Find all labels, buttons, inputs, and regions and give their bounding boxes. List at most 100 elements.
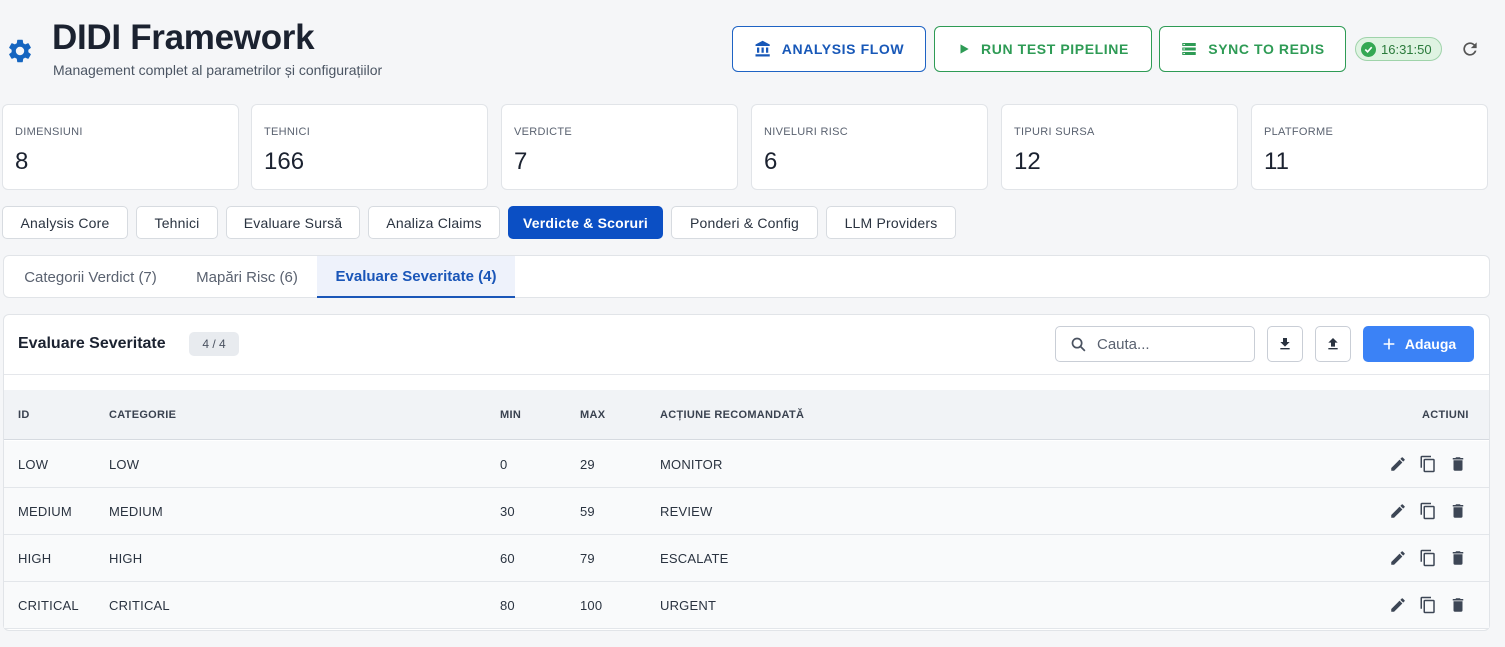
copy-icon[interactable] bbox=[1419, 455, 1437, 473]
status-badge: 16:31:50 bbox=[1355, 37, 1442, 61]
cell-max: 29 bbox=[580, 457, 595, 472]
stat-value: 8 bbox=[15, 148, 29, 175]
add-button-label: Adauga bbox=[1404, 336, 1457, 352]
table-row: HIGH HIGH 60 79 ESCALATE bbox=[4, 535, 1489, 582]
column-header-min[interactable]: MIN bbox=[500, 409, 521, 421]
cell-categorie: HIGH bbox=[109, 551, 143, 566]
cell-actiune: REVIEW bbox=[660, 504, 713, 519]
edit-icon[interactable] bbox=[1389, 502, 1407, 520]
stat-card-tehnici: TEHNICI 166 bbox=[251, 104, 488, 190]
cell-id: LOW bbox=[18, 457, 49, 472]
subtab-categorii-verdict[interactable]: Categorii Verdict (7) bbox=[4, 256, 177, 298]
stat-value: 166 bbox=[264, 148, 305, 175]
list-icon bbox=[1182, 43, 1197, 55]
table-row: CRITICAL CRITICAL 80 100 URGENT bbox=[4, 582, 1489, 629]
play-icon bbox=[960, 44, 969, 54]
tab-evaluare-sursa[interactable]: Evaluare Sursă bbox=[226, 206, 360, 239]
stat-value: 12 bbox=[1014, 148, 1041, 175]
cell-actiune: ESCALATE bbox=[660, 551, 729, 566]
stat-card-dimensiuni: DIMENSIUNI 8 bbox=[2, 104, 239, 190]
copy-icon[interactable] bbox=[1419, 549, 1437, 567]
stat-card-platforme: PLATFORME 11 bbox=[1251, 104, 1488, 190]
cell-max: 100 bbox=[580, 598, 603, 613]
edit-icon[interactable] bbox=[1389, 455, 1407, 473]
page-title: DIDI Framework bbox=[52, 18, 315, 57]
edit-icon[interactable] bbox=[1389, 549, 1407, 567]
stat-label: TIPURI SURSA bbox=[1014, 126, 1095, 138]
stat-value: 6 bbox=[764, 148, 778, 175]
column-header-id[interactable]: ID bbox=[18, 409, 30, 421]
cell-min: 60 bbox=[500, 551, 515, 566]
delete-icon[interactable] bbox=[1449, 549, 1467, 567]
cell-id: HIGH bbox=[18, 551, 52, 566]
upload-icon bbox=[1328, 338, 1338, 350]
cell-categorie: MEDIUM bbox=[109, 504, 163, 519]
panel-title: Evaluare Severitate bbox=[18, 335, 166, 352]
cell-actiune: URGENT bbox=[660, 598, 717, 613]
tab-ponderi-config[interactable]: Ponderi & Config bbox=[671, 206, 818, 239]
table-row: MEDIUM MEDIUM 30 59 REVIEW bbox=[4, 488, 1489, 535]
download-button[interactable] bbox=[1267, 326, 1303, 362]
sync-to-redis-button[interactable]: SYNC TO REDIS bbox=[1159, 26, 1346, 72]
column-header-categorie[interactable]: CATEGORIE bbox=[109, 409, 176, 421]
delete-icon[interactable] bbox=[1449, 502, 1467, 520]
delete-icon[interactable] bbox=[1449, 455, 1467, 473]
stat-label: PLATFORME bbox=[1264, 126, 1334, 138]
cell-id: CRITICAL bbox=[18, 598, 79, 613]
column-header-max[interactable]: MAX bbox=[580, 409, 605, 421]
subtab-mapari-risc[interactable]: Mapări Risc (6) bbox=[177, 256, 317, 298]
column-header-actiune[interactable]: ACȚIUNE RECOMANDATĂ bbox=[660, 409, 804, 421]
run-test-pipeline-label: RUN TEST PIPELINE bbox=[981, 41, 1129, 57]
cell-actiune: MONITOR bbox=[660, 457, 723, 472]
download-icon bbox=[1280, 338, 1290, 350]
stat-label: TEHNICI bbox=[264, 126, 311, 138]
stat-value: 11 bbox=[1264, 148, 1289, 175]
tab-analiza-claims[interactable]: Analiza Claims bbox=[368, 206, 500, 239]
sync-to-redis-label: SYNC TO REDIS bbox=[1208, 41, 1325, 57]
tab-llm-providers[interactable]: LLM Providers bbox=[826, 206, 956, 239]
plus-icon bbox=[1383, 338, 1395, 350]
subtab-evaluare-severitate[interactable]: Evaluare Severitate (4) bbox=[317, 256, 515, 298]
cell-max: 59 bbox=[580, 504, 595, 519]
tab-tehnici[interactable]: Tehnici bbox=[136, 206, 218, 239]
search-input[interactable] bbox=[1097, 335, 1237, 353]
status-time: 16:31:50 bbox=[1381, 41, 1432, 57]
tab-verdicte-scoruri[interactable]: Verdicte & Scoruri bbox=[508, 206, 663, 239]
stat-card-tipuri-sursa: TIPURI SURSA 12 bbox=[1001, 104, 1238, 190]
bank-icon bbox=[755, 40, 770, 57]
divider bbox=[4, 374, 1489, 375]
analysis-flow-button[interactable]: ANALYSIS FLOW bbox=[732, 26, 926, 72]
refresh-icon[interactable] bbox=[1460, 39, 1480, 59]
cell-id: MEDIUM bbox=[18, 504, 72, 519]
count-badge: 4 / 4 bbox=[189, 332, 239, 356]
run-test-pipeline-button[interactable]: RUN TEST PIPELINE bbox=[934, 26, 1152, 72]
cell-min: 30 bbox=[500, 504, 515, 519]
table-row: LOW LOW 0 29 MONITOR bbox=[4, 441, 1489, 488]
edit-icon[interactable] bbox=[1389, 596, 1407, 614]
cell-min: 0 bbox=[500, 457, 508, 472]
stat-card-niveluri-risc: NIVELURI RISC 6 bbox=[751, 104, 988, 190]
upload-button[interactable] bbox=[1315, 326, 1351, 362]
cell-min: 80 bbox=[500, 598, 515, 613]
copy-icon[interactable] bbox=[1419, 502, 1437, 520]
stat-label: DIMENSIUNI bbox=[15, 126, 83, 138]
check-circle-icon bbox=[1361, 41, 1376, 57]
delete-icon[interactable] bbox=[1449, 596, 1467, 614]
cell-categorie: CRITICAL bbox=[109, 598, 170, 613]
cell-categorie: LOW bbox=[109, 457, 140, 472]
cell-max: 79 bbox=[580, 551, 595, 566]
stat-label: VERDICTE bbox=[514, 126, 573, 138]
tab-analysis-core[interactable]: Analysis Core bbox=[2, 206, 128, 239]
gear-icon bbox=[9, 39, 31, 63]
search-box[interactable] bbox=[1055, 326, 1255, 362]
stat-value: 7 bbox=[514, 148, 528, 175]
stat-card-verdicte: VERDICTE 7 bbox=[501, 104, 738, 190]
add-button[interactable]: Adauga bbox=[1363, 326, 1474, 362]
search-icon bbox=[1071, 337, 1086, 351]
stat-label: NIVELURI RISC bbox=[764, 126, 848, 138]
copy-icon[interactable] bbox=[1419, 596, 1437, 614]
sub-tabs-bar: Categorii Verdict (7) Mapări Risc (6) Ev… bbox=[3, 255, 1490, 298]
column-header-actiuni: ACTIUNI bbox=[1422, 409, 1469, 421]
page-subtitle: Management complet al parametrilor și co… bbox=[53, 62, 383, 78]
analysis-flow-label: ANALYSIS FLOW bbox=[781, 41, 905, 57]
